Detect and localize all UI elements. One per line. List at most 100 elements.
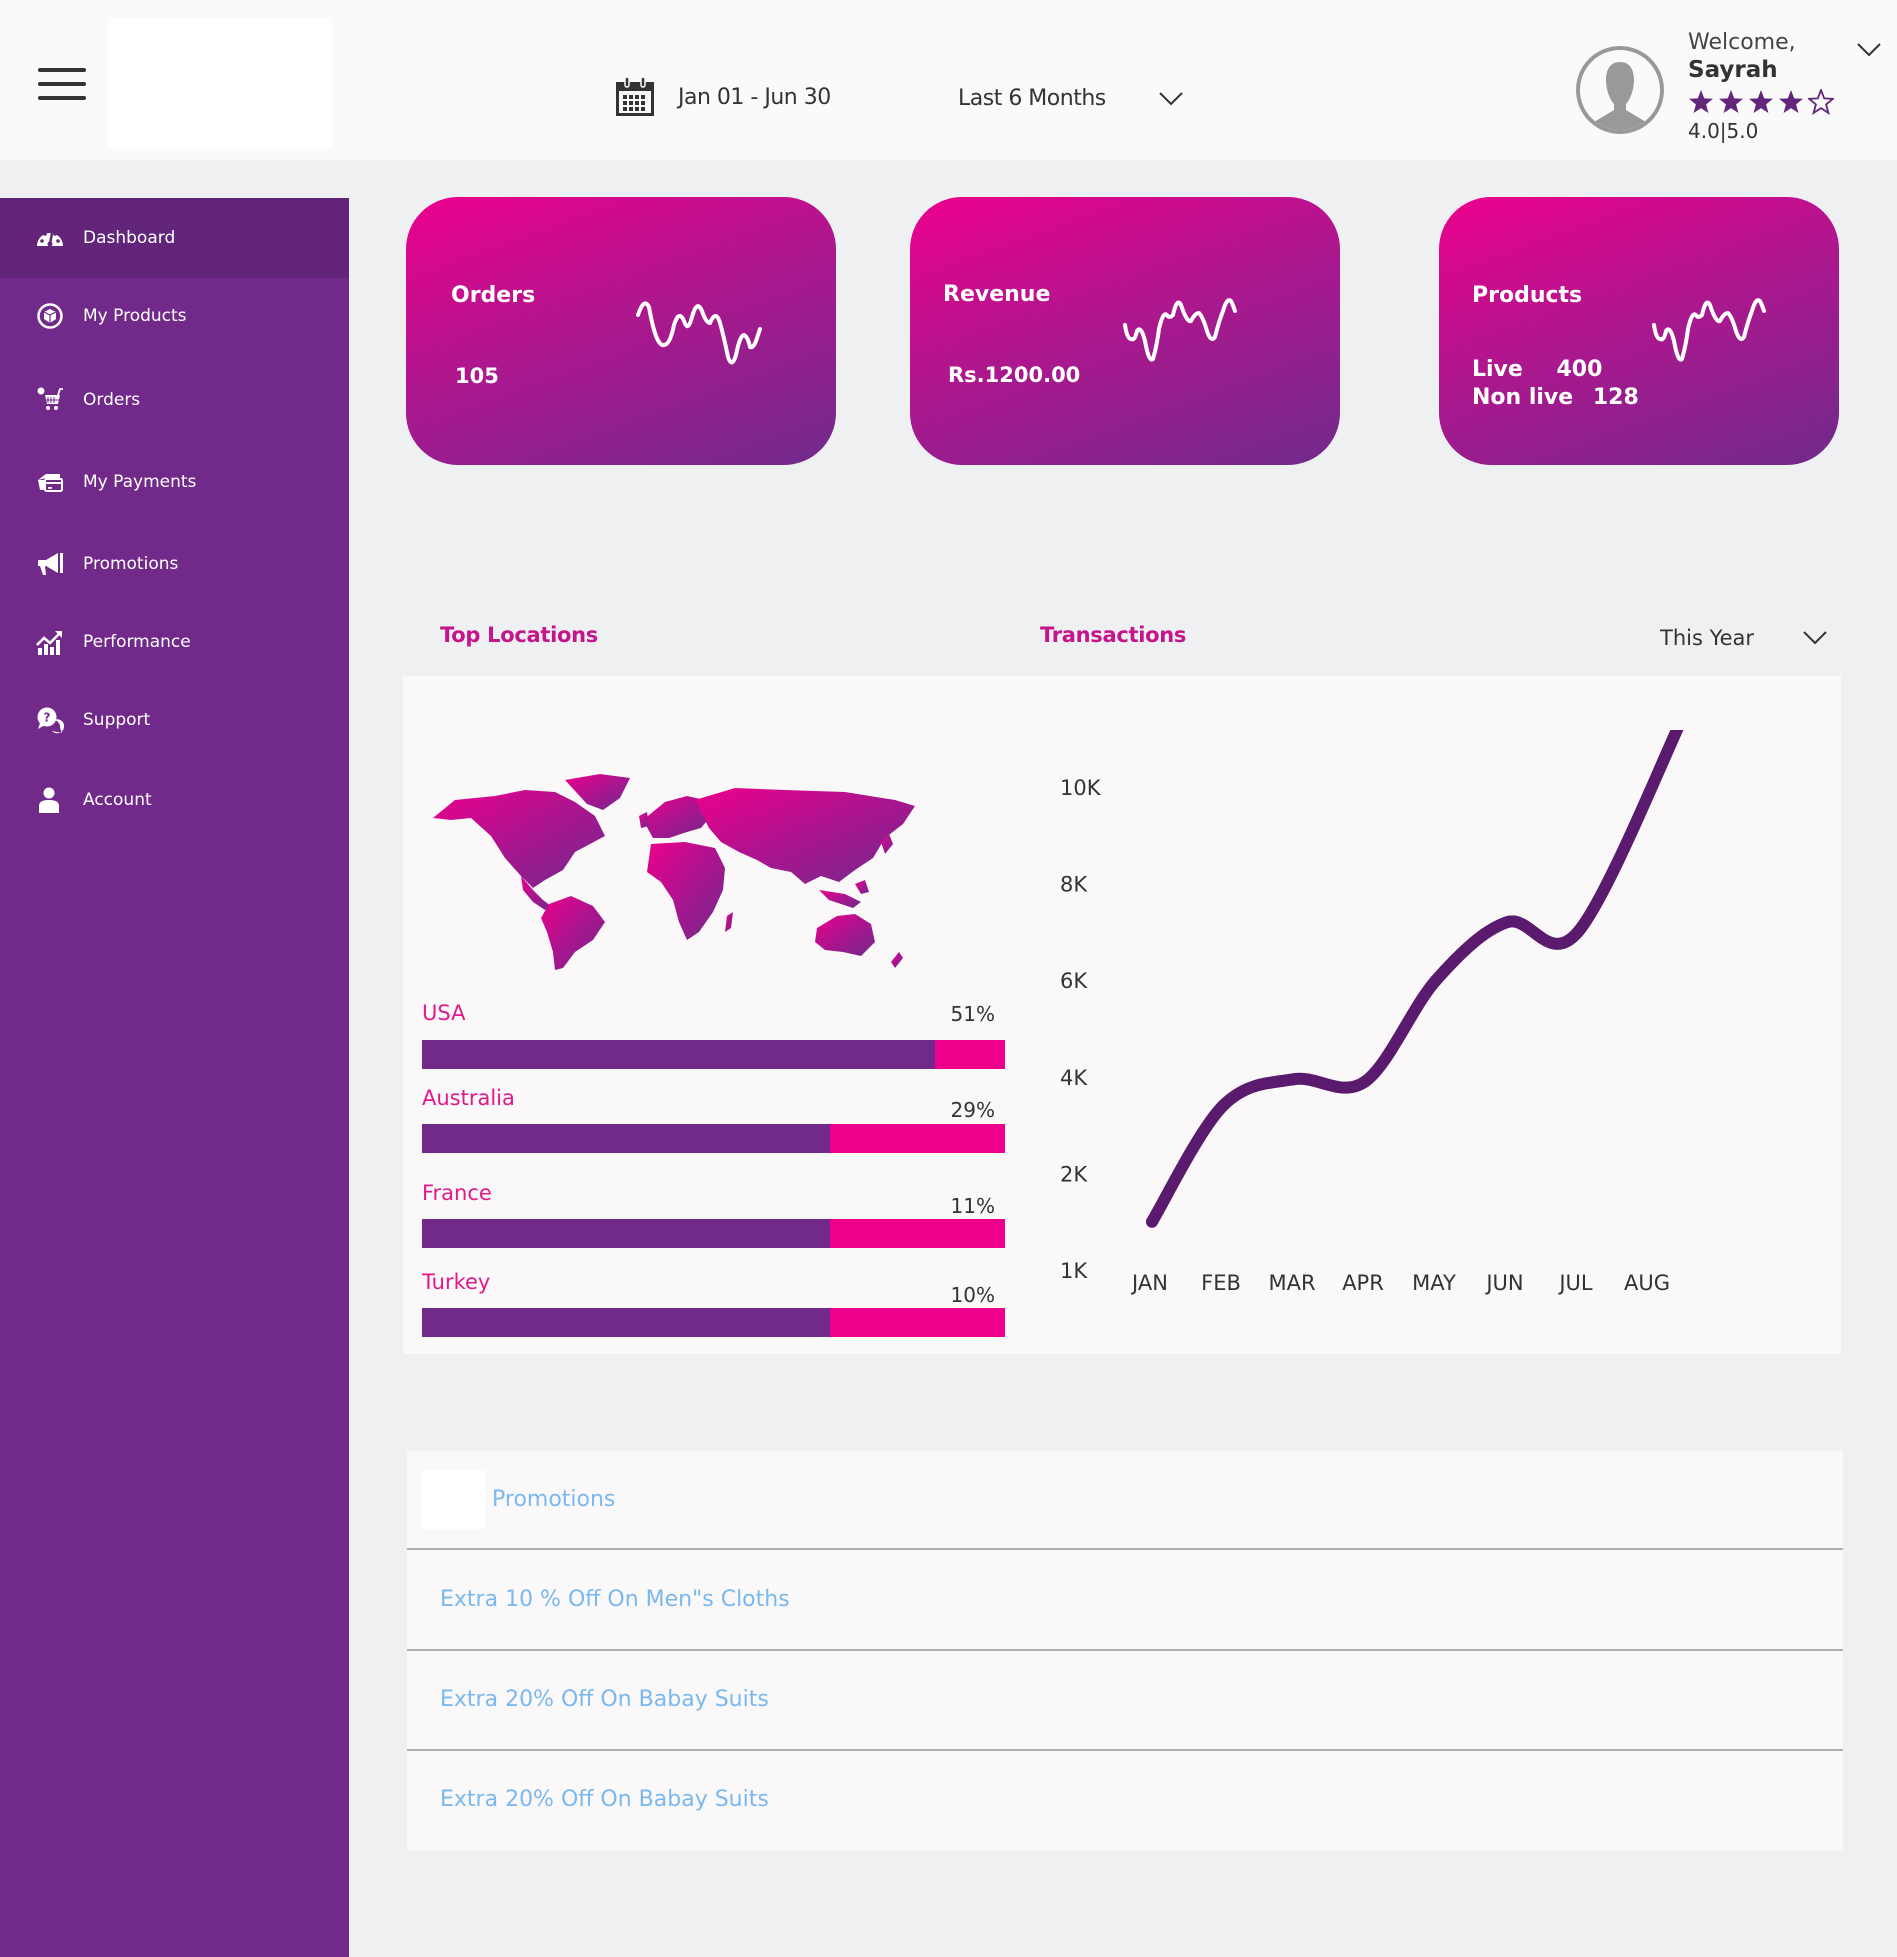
- orders-sparkline-icon: [636, 301, 762, 365]
- sidebar-item-dashboard[interactable]: Dashboard: [0, 198, 349, 278]
- orders-card[interactable]: Orders 105: [406, 197, 836, 465]
- location-bar-fill: [422, 1219, 831, 1248]
- star-filled-icon: [1749, 90, 1773, 113]
- sidebar-item-support[interactable]: ? Support: [0, 680, 349, 760]
- sidebar-item-my-payments[interactable]: My Payments: [0, 442, 349, 522]
- payment-card-icon: [38, 474, 63, 492]
- revenue-sparkline-icon: [1123, 298, 1237, 362]
- location-percent: 51%: [950, 1002, 995, 1026]
- products-nonlive-label: Non live: [1472, 385, 1574, 410]
- transactions-line: [1146, 730, 1684, 1228]
- sidebar-item-account[interactable]: Account: [0, 760, 349, 840]
- top-header: Jan 01 - Jun 30 Last 6 Months Welcome, S…: [0, 0, 1897, 160]
- calendar-icon: [616, 76, 654, 116]
- revenue-card[interactable]: Revenue Rs.1200.00: [910, 197, 1340, 465]
- sidebar-item-label: Support: [83, 710, 151, 730]
- sidebar-item-label: Promotions: [83, 554, 179, 574]
- sidebar-item-label: My Products: [83, 306, 187, 326]
- megaphone-icon: [38, 553, 63, 575]
- star-filled-icon: [1779, 90, 1803, 113]
- sidebar: Dashboard My Products Orders My Payments…: [0, 198, 349, 1957]
- chevron-down-icon: [1159, 91, 1183, 105]
- promotion-item[interactable]: Extra 20% Off On Babay Suits: [407, 1651, 1843, 1751]
- location-bar[interactable]: [422, 1040, 1005, 1069]
- x-tick-label: APR: [1342, 1271, 1384, 1295]
- transactions-chart: 1K 2K 4K 6K 8K 10K JAN FEB MAR APR MAY JUN JUL AUG: [1060, 730, 1684, 1295]
- star-filled-icon: [1719, 90, 1743, 113]
- user-menu-chevron-icon[interactable]: [1856, 42, 1882, 58]
- top-locations-title: Top Locations: [440, 623, 598, 647]
- user-icon: [39, 787, 59, 813]
- promotion-item-text: Extra 20% Off On Babay Suits: [440, 1787, 769, 1812]
- period-dropdown[interactable]: Last 6 Months: [958, 86, 1184, 111]
- promotion-item-text: Extra 20% Off On Babay Suits: [440, 1687, 769, 1712]
- rating-stars: [1688, 89, 1888, 115]
- year-dropdown-value: This Year: [1660, 626, 1755, 650]
- logo-placeholder: [108, 18, 332, 148]
- hamburger-menu-icon[interactable]: [38, 68, 86, 102]
- y-tick-label: 4K: [1060, 1066, 1088, 1090]
- location-percent: 10%: [950, 1283, 995, 1307]
- location-percent: 29%: [950, 1098, 995, 1122]
- location-bar-remainder: [935, 1040, 1005, 1069]
- performance-chart-icon: [36, 631, 62, 655]
- y-tick-label: 10K: [1060, 776, 1102, 800]
- location-bar-fill: [422, 1040, 936, 1069]
- x-tick-label: FEB: [1201, 1271, 1241, 1295]
- period-dropdown-value: Last 6 Months: [958, 86, 1106, 111]
- products-live: Live 400: [1472, 357, 1602, 382]
- data-point-jun: [1501, 916, 1513, 929]
- x-tick-label: JUN: [1484, 1271, 1523, 1295]
- promotions-list-title: Promotions: [492, 1487, 616, 1512]
- promotion-item-text: Extra 10 % Off On Men"s Cloths: [440, 1587, 790, 1612]
- year-dropdown[interactable]: This Year: [1660, 626, 1828, 650]
- star-empty-icon: [1808, 89, 1834, 115]
- location-bar[interactable]: [422, 1308, 1005, 1337]
- products-nonlive: Non live 128: [1472, 385, 1639, 410]
- y-tick-label: 2K: [1060, 1162, 1088, 1186]
- orders-card-title: Orders: [451, 283, 536, 308]
- x-tick-label: MAR: [1268, 1271, 1315, 1295]
- products-live-label: Live: [1472, 357, 1523, 382]
- sidebar-item-performance[interactable]: Performance: [0, 602, 349, 682]
- sidebar-item-label: Orders: [83, 390, 141, 410]
- data-point-jul: [1572, 925, 1584, 938]
- user-name: Sayrah: [1688, 57, 1778, 83]
- products-nonlive-value: 128: [1592, 385, 1639, 410]
- sidebar-item-label: Performance: [83, 632, 191, 652]
- promotion-item[interactable]: Extra 20% Off On Babay Suits: [407, 1751, 1843, 1851]
- analytics-panel: USA 51% Australia 29% France 11% Turkey 10% 1K 2…: [403, 676, 1841, 1354]
- location-bar-remainder: [830, 1308, 1005, 1337]
- y-tick-label: 6K: [1060, 969, 1088, 993]
- avatar[interactable]: [1576, 46, 1664, 134]
- shopping-cart-icon: [37, 387, 63, 410]
- location-bar-remainder: [830, 1124, 1005, 1153]
- location-bar-fill: [422, 1124, 831, 1153]
- dashboard-gauge-icon: [37, 232, 63, 247]
- user-silhouette-icon: [1594, 62, 1646, 130]
- date-range-picker[interactable]: Jan 01 - Jun 30: [614, 76, 831, 118]
- sidebar-item-label: Dashboard: [83, 228, 176, 248]
- location-name: USA: [422, 1001, 466, 1025]
- location-bar-remainder: [830, 1219, 1005, 1248]
- sidebar-item-my-products[interactable]: My Products: [0, 276, 349, 356]
- data-point-may: [1430, 974, 1442, 987]
- revenue-card-title: Revenue: [943, 282, 1051, 307]
- data-point-apr: [1359, 1075, 1371, 1088]
- sidebar-item-label: My Payments: [83, 472, 197, 492]
- location-name: France: [422, 1181, 492, 1205]
- products-sparkline-icon: [1652, 298, 1766, 362]
- products-card-title: Products: [1472, 283, 1583, 308]
- location-bar[interactable]: [422, 1219, 1005, 1248]
- promotion-item[interactable]: Extra 10 % Off On Men"s Cloths: [407, 1551, 1843, 1651]
- data-point-feb: [1217, 1099, 1229, 1112]
- sidebar-item-orders[interactable]: Orders: [0, 360, 349, 440]
- sidebar-item-promotions[interactable]: Promotions: [0, 524, 349, 604]
- data-point-jan: [1146, 1215, 1158, 1228]
- products-card[interactable]: Products Live 400 Non live 128: [1439, 197, 1839, 465]
- x-tick-label: JUL: [1557, 1271, 1593, 1295]
- orders-card-value: 105: [455, 364, 499, 388]
- location-bar[interactable]: [422, 1124, 1005, 1153]
- svg-text:?: ?: [44, 711, 51, 725]
- date-range-text: Jan 01 - Jun 30: [678, 84, 831, 110]
